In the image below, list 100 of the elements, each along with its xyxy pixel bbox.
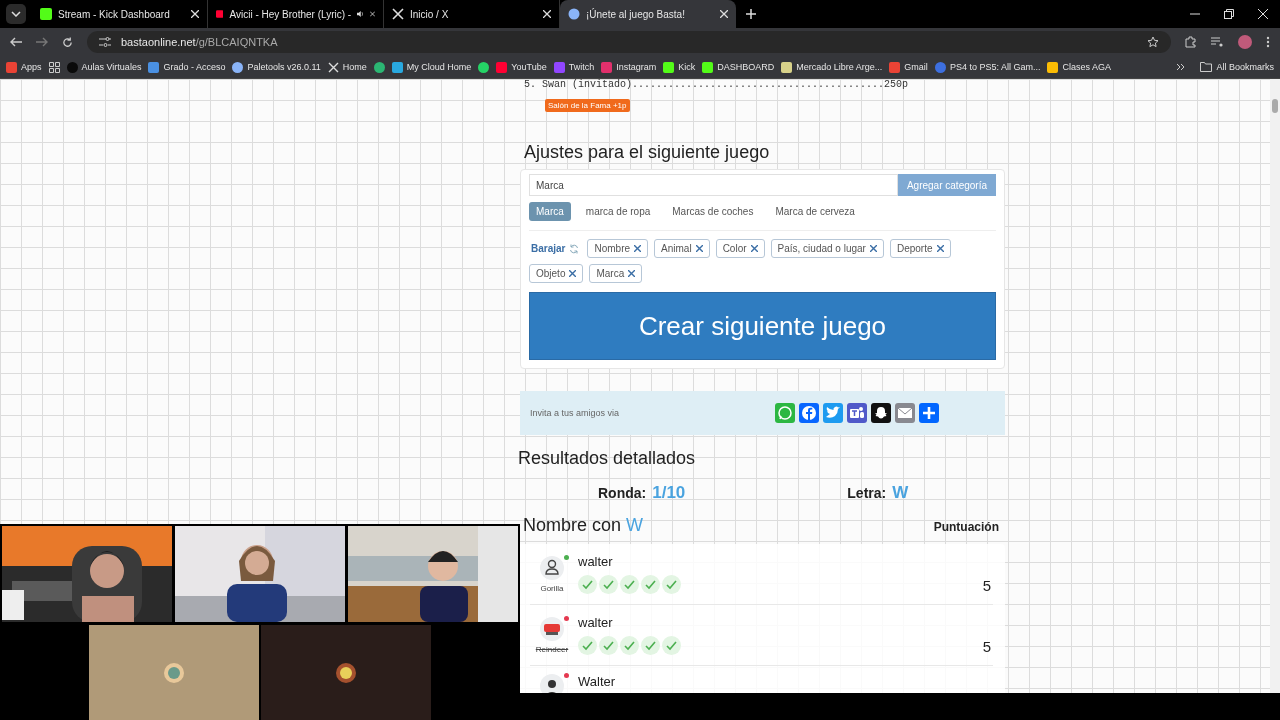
bookmark-label: Kick (678, 62, 696, 72)
site-icon (6, 61, 17, 73)
create-game-button[interactable]: Crear siguiente juego (529, 292, 996, 360)
category-chip[interactable]: Deporte (889, 239, 951, 258)
category-title: Nombre con W (523, 515, 644, 536)
bookmark[interactable]: Gmail (889, 61, 928, 73)
bookmark[interactable]: Kick (663, 61, 696, 73)
bookmark-label: PS4 to PS5: All Gam... (949, 62, 1041, 72)
bookmark-label: Grado - Acceso (163, 62, 226, 72)
bookmark[interactable]: Grado - Acceso (148, 61, 226, 73)
bookmark[interactable]: Home (327, 61, 367, 73)
tab-title: Stream - Kick Dashboard (58, 8, 171, 20)
twitter-icon[interactable] (823, 403, 843, 423)
snapchat-icon[interactable] (871, 403, 891, 423)
back-icon[interactable] (10, 37, 22, 47)
bookmark-icon[interactable] (478, 61, 490, 73)
reload-icon[interactable] (62, 36, 73, 48)
round-label: Ronda: (598, 485, 647, 501)
tab-search-button[interactable] (6, 4, 26, 24)
suggestion[interactable]: marca de ropa (578, 202, 658, 221)
shuffle-button[interactable]: Barajar (529, 243, 582, 254)
bookmark-icon[interactable] (48, 61, 60, 73)
site-icon (496, 61, 508, 73)
hall-of-fame-badge: Salón de la Fama +1p (545, 99, 630, 112)
address-field[interactable]: bastaonline.net/g/BLCAIQNTKA (87, 31, 1171, 53)
bookmark[interactable]: Aulas Virtuales (66, 61, 142, 73)
forward-icon[interactable] (36, 37, 48, 47)
site-icon (148, 61, 160, 73)
site-icon (40, 8, 52, 20)
bookmark[interactable]: Instagram (601, 61, 657, 73)
share-icon[interactable] (919, 403, 939, 423)
site-icon (568, 8, 580, 20)
bookmark-label: Gmail (904, 62, 928, 72)
tab-title: Avicii - Hey Brother (Lyric) - (229, 8, 352, 20)
restore-icon[interactable] (1224, 9, 1234, 19)
bookmark-label: Paletools v26.0.11 (247, 62, 321, 72)
site-icon (889, 61, 901, 73)
site-icon (663, 61, 675, 73)
menu-icon[interactable] (1266, 36, 1270, 48)
caret-icon (11, 11, 21, 17)
section-title: Ajustes para el siguiente juego (524, 142, 771, 163)
facebook-icon[interactable] (799, 403, 819, 423)
bookmark[interactable]: All Bookmarks (1200, 62, 1274, 72)
teams-icon[interactable] (847, 403, 867, 423)
category-chip[interactable]: Color (715, 239, 765, 258)
bookmark[interactable]: Paletools v26.0.11 (232, 61, 321, 73)
scrollbar[interactable] (1270, 79, 1280, 693)
player-name: Gorilla (540, 583, 564, 593)
site-icon (553, 61, 565, 73)
round-value: 1/10 (652, 483, 686, 503)
bookmark-label: Apps (21, 62, 42, 72)
more-bookmarks-icon[interactable] (1176, 63, 1186, 71)
media-icon[interactable] (1211, 37, 1224, 47)
site-icon (1047, 61, 1059, 73)
folder-icon (1200, 62, 1213, 72)
bookmark-label: Clases AGA (1062, 62, 1111, 72)
bookmark[interactable]: Mercado Libre Arge... (781, 61, 883, 73)
bookmark-label: Aulas Virtuales (81, 62, 142, 72)
suggestion[interactable]: Marcas de coches (665, 202, 761, 221)
category-chip[interactable]: Nombre (587, 239, 649, 258)
bookmark[interactable]: Twitch (553, 61, 595, 73)
score-value: 5 (982, 576, 991, 594)
invite-text: Invita a tus amigos via (530, 408, 621, 418)
star-icon[interactable] (1147, 36, 1159, 48)
bookmark[interactable]: DASHBOARD (702, 61, 775, 73)
speaker-icon[interactable] (357, 9, 364, 19)
extensions-icon[interactable] (1185, 36, 1197, 48)
site-icon (702, 61, 714, 73)
whatsapp-icon[interactable] (775, 403, 795, 423)
suggestion[interactable]: Marca de cerveza (768, 202, 862, 221)
bookmark-label: All Bookmarks (1216, 62, 1274, 72)
site-icon (934, 61, 946, 73)
site-settings-icon[interactable] (99, 37, 111, 47)
player-name: Reindeer (535, 644, 569, 654)
profile-avatar[interactable] (1238, 35, 1252, 49)
category-input[interactable]: Marca (529, 174, 898, 196)
score-value: 5 (982, 637, 991, 655)
site-icon (66, 61, 78, 73)
bookmark-label: My Cloud Home (406, 62, 472, 72)
category-chip[interactable]: Animal (654, 239, 710, 258)
answer-text: Walter (578, 674, 617, 689)
category-chip[interactable]: Objeto (529, 264, 584, 283)
site-icon (216, 8, 224, 20)
bookmark[interactable]: My Cloud Home (391, 61, 472, 73)
category-chip[interactable]: País, ciudad o lugar (770, 239, 884, 258)
bookmark[interactable]: PS4 to PS5: All Gam... (934, 61, 1041, 73)
bookmark[interactable]: YouTube (496, 61, 547, 73)
browser-tab[interactable]: ¡Únete al juego Basta! (560, 0, 736, 28)
tab-title: Inicio / X (410, 8, 450, 20)
bookmark-icon[interactable] (373, 61, 385, 73)
url-text: bastaonline.net/g/BLCAIQNTKA (121, 36, 278, 48)
letter-value: W (892, 483, 909, 503)
category-chip[interactable]: Marca (589, 264, 643, 283)
bookmark-label: DASHBOARD (717, 62, 775, 72)
new-tab-icon[interactable] (746, 9, 756, 19)
ranking-line: 5. Swan (invitado)..........................................250p (523, 79, 910, 90)
bookmark-label: Mercado Libre Arge... (796, 62, 883, 72)
site-icon (327, 61, 339, 73)
bookmark[interactable]: Apps (6, 61, 42, 73)
bookmark[interactable]: Clases AGA (1047, 61, 1111, 73)
